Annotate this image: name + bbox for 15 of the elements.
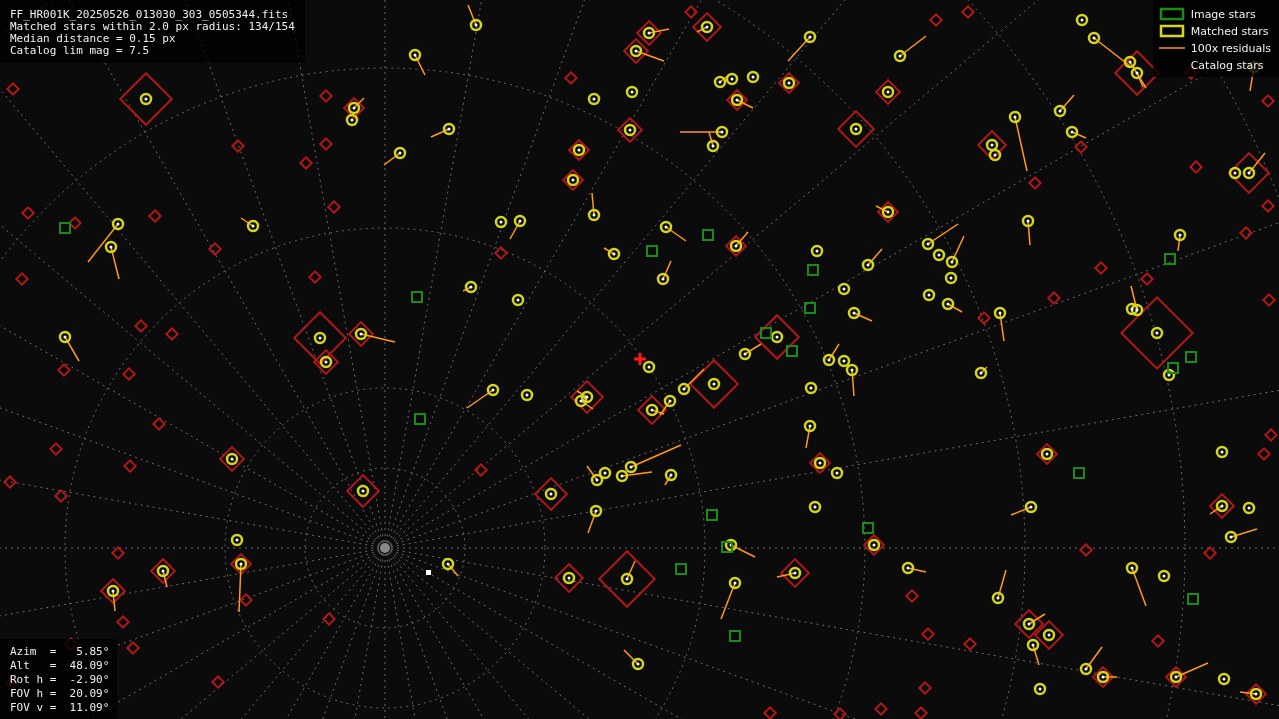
legend-label: Catalog stars — [1190, 58, 1264, 72]
marker-swatch-icon — [1158, 24, 1185, 38]
pointing-text: FOV h = 20.09° — [10, 687, 110, 701]
legend-label: 100x residuals — [1190, 41, 1271, 55]
pointing-text: Rot h = -2.90° — [10, 673, 110, 687]
info-text: Median distance = 0.15 px — [10, 33, 177, 45]
info-text: FF_HR001K_20250526_013030_303_0505344.fits — [10, 9, 290, 21]
pointing-text: FOV v = 11.09° — [10, 701, 110, 715]
info-text: Matched stars within 2.0 px radius: 134/154 — [10, 21, 295, 33]
pointing-text: Azim = 5.85° — [10, 645, 110, 659]
legend-label: Matched stars — [1190, 24, 1269, 38]
marker-swatch-icon — [1158, 7, 1185, 21]
pointing-text: Alt = 48.09° — [10, 659, 110, 673]
info-text: Catalog lim mag = 7.5 — [10, 45, 151, 57]
legend-label: Image stars — [1190, 7, 1256, 21]
